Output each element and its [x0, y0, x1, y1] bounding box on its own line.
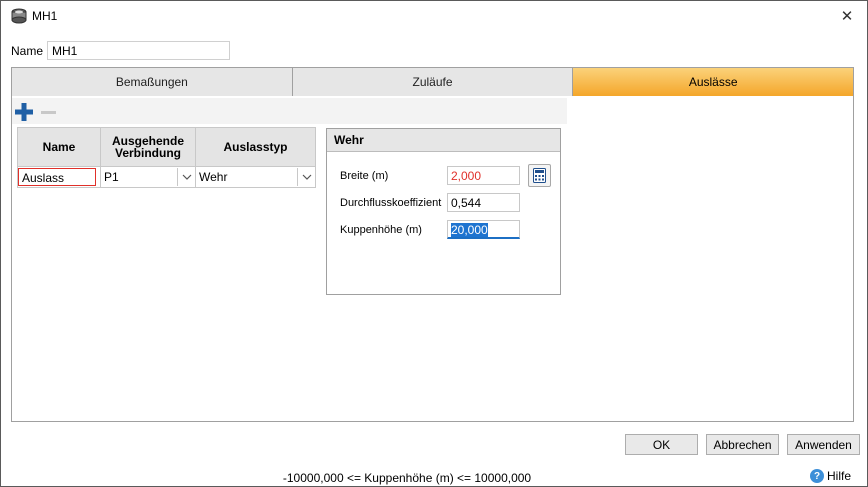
width-label: Breite (m) — [340, 170, 389, 182]
discharge-coefficient-label: Durchflusskoeffizient — [340, 197, 442, 209]
outlet-name-cell[interactable]: Auslass — [18, 168, 96, 186]
close-icon: ✕ — [840, 8, 854, 25]
outlet-type-value: Wehr — [199, 170, 228, 184]
window-title: MH1 — [32, 9, 58, 23]
weir-properties-panel: Wehr Breite (m) 2,000 Durchflusskoeffizi… — [326, 128, 561, 295]
calculator-button[interactable] — [528, 164, 551, 187]
manhole-icon — [11, 8, 27, 24]
crest-height-value: 20,000 — [451, 223, 488, 237]
column-header-outgoing-label: Ausgehende Verbindung — [111, 134, 184, 160]
outgoing-connection-select[interactable]: P1 — [101, 167, 195, 187]
dialog-window: MH1 ✕ Name MH1 Bemaßungen Zuläufe Ausläs… — [0, 0, 868, 487]
crest-height-label: Kuppenhöhe (m) — [340, 224, 422, 236]
close-button[interactable]: ✕ — [827, 1, 867, 31]
width-input[interactable]: 2,000 — [447, 166, 520, 185]
name-input[interactable]: MH1 — [47, 41, 230, 60]
name-label: Name — [11, 44, 44, 58]
ok-button[interactable]: OK — [625, 434, 698, 455]
tab-zulaeufe[interactable]: Zuläufe — [292, 68, 574, 96]
column-header-outgoing: Ausgehende Verbindung — [100, 127, 196, 167]
discharge-coefficient-input[interactable]: 0,544 — [447, 193, 520, 212]
table-row[interactable]: Auslass P1 Wehr — [17, 166, 316, 188]
add-outlet-icon[interactable] — [15, 103, 33, 121]
title-bar: MH1 ✕ — [1, 1, 867, 31]
chevron-down-icon[interactable] — [297, 168, 315, 186]
outlets-grid: Name Ausgehende Verbindung Auslasstyp Au… — [17, 127, 316, 188]
remove-outlet-icon[interactable] — [41, 111, 56, 114]
help-label: Hilfe — [827, 469, 852, 483]
help-link[interactable]: ? Hilfe — [810, 469, 851, 483]
grid-toolbar — [12, 98, 567, 124]
grid-cell-type[interactable]: Wehr — [195, 166, 316, 188]
outgoing-connection-value: P1 — [104, 170, 119, 184]
tab-auslaesse[interactable]: Auslässe — [573, 68, 854, 96]
grid-cell-name[interactable]: Auslass — [17, 166, 101, 188]
cancel-button[interactable]: Abbrechen — [706, 434, 779, 455]
tab-bar: Bemaßungen Zuläufe Auslässe — [11, 67, 854, 97]
calculator-icon — [533, 168, 546, 183]
help-icon: ? — [810, 469, 824, 483]
column-header-name: Name — [17, 127, 101, 167]
tab-bemassungen[interactable]: Bemaßungen — [12, 68, 293, 96]
grid-cell-outgoing[interactable]: P1 — [100, 166, 196, 188]
chevron-down-icon[interactable] — [177, 168, 195, 186]
outlet-type-select[interactable]: Wehr — [196, 167, 315, 187]
crest-height-input[interactable]: 20,000 — [447, 220, 520, 239]
column-header-type: Auslasstyp — [195, 127, 316, 167]
panel-title: Wehr — [327, 129, 560, 152]
status-message: -10000,000 <= Kuppenhöhe (m) <= 10000,00… — [282, 471, 532, 485]
apply-button[interactable]: Anwenden — [787, 434, 860, 455]
